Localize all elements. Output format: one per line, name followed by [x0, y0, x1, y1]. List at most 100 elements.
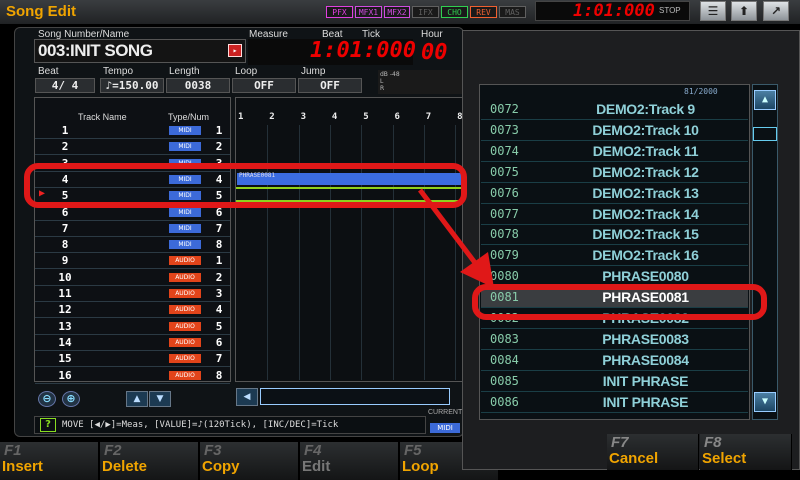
param-loop-label: Loop	[235, 66, 258, 77]
measure-number: 4	[331, 112, 338, 122]
cancel-label: Cancel	[609, 450, 659, 467]
param-loop-value[interactable]: OFF	[232, 78, 296, 93]
phrase-list-item[interactable]: 0086 INIT PHRASE	[481, 393, 748, 413]
zoom-in-button[interactable]: ⊕	[62, 391, 80, 407]
level-meter: dB -48 L R	[378, 70, 462, 94]
track-row[interactable]: 7 MIDI 7	[35, 221, 230, 237]
track-type-number: 8	[215, 238, 223, 252]
phrase-list-item[interactable]: 0076 DEMO2:Track 13	[481, 184, 748, 204]
track-number: 1	[61, 124, 69, 137]
phrase-list-item[interactable]: 0073 DEMO2:Track 10	[481, 121, 748, 141]
song-select-icon[interactable]: ▸	[228, 44, 242, 57]
track-type-badge: AUDIO	[169, 305, 201, 315]
f7-key-label: F7	[611, 434, 629, 451]
function-key-label: Delete	[102, 458, 148, 475]
current-label: CURRENT	[428, 409, 463, 416]
track-row[interactable]: 13 AUDIO 5	[35, 319, 230, 335]
function-key-copy[interactable]: F3 Copy	[200, 442, 299, 480]
list-scroll-up-button[interactable]: ▲	[754, 90, 776, 110]
track-type-number: 1	[215, 254, 223, 268]
phrase-list-item[interactable]: 0085 INIT PHRASE	[481, 372, 748, 392]
scroll-down-button[interactable]: ▼	[149, 391, 171, 407]
phrase-list-item[interactable]: 0072 DEMO2:Track 9	[481, 100, 748, 120]
track-row[interactable]: 8 MIDI 8	[35, 237, 230, 254]
function-key-delete[interactable]: F2 Delete	[100, 442, 199, 480]
track-number: 8	[61, 238, 69, 252]
track-row[interactable]: 11 AUDIO 3	[35, 286, 230, 302]
phrase-list-item[interactable]: 0075 DEMO2:Track 12	[481, 163, 748, 183]
function-key-number: F3	[204, 442, 222, 459]
cancel-button[interactable]: F7 Cancel	[607, 434, 699, 470]
track-row[interactable]: 12 AUDIO 4	[35, 302, 230, 319]
track-number: 14	[58, 335, 72, 349]
fx-indicator: REV	[470, 6, 497, 18]
phrase-list-item[interactable]: 0083 PHRASE0083	[481, 330, 748, 350]
track-type-badge: AUDIO	[169, 272, 201, 282]
phrase-number: 0083	[490, 331, 519, 346]
measure-number: 1	[238, 112, 244, 122]
phrase-list-item[interactable]: 0074 DEMO2:Track 11	[481, 142, 748, 162]
exit-button[interactable]: ↗	[763, 1, 789, 21]
select-label: Select	[702, 450, 747, 467]
param-beat-label: Beat	[38, 66, 59, 77]
phrase-list-item[interactable]: 0078 DEMO2:Track 15	[481, 225, 748, 246]
list-scroll-down-button[interactable]: ▼	[754, 392, 776, 412]
track-type-badge: AUDIO	[169, 370, 201, 380]
phrase-name: DEMO2:Track 15	[592, 226, 699, 243]
plus-icon: ⊕	[66, 392, 76, 405]
track-row[interactable]: 9 AUDIO 1	[35, 253, 230, 270]
track-type-badge: AUDIO	[169, 321, 201, 331]
phrase-number: 0086	[490, 394, 519, 409]
track-row[interactable]: 2 MIDI 2	[35, 139, 230, 156]
song-name: 003:INIT SONG	[38, 41, 153, 60]
track-type-badge: AUDIO	[169, 289, 201, 298]
phrase-name: DEMO2:Track 16	[592, 247, 699, 264]
transport-status: STOP	[659, 6, 681, 15]
track-row[interactable]: 10 AUDIO 2	[35, 270, 230, 286]
track-row[interactable]: 16 AUDIO 8	[35, 368, 230, 384]
function-key-number: F4	[304, 442, 322, 459]
up-button[interactable]: ⬆	[731, 1, 757, 21]
zoom-out-button[interactable]: ⊖	[38, 391, 56, 407]
function-key-edit[interactable]: F4 Edit	[300, 442, 399, 480]
param-beat-value[interactable]: 4/ 4	[35, 78, 95, 93]
arrow-shaft	[418, 188, 484, 274]
track-type-number: 2	[215, 140, 223, 154]
param-tempo-value[interactable]: ♪=150.00	[100, 78, 164, 93]
track-row[interactable]: 14 AUDIO 6	[35, 335, 230, 351]
track-number: 9	[61, 254, 69, 268]
phrase-list-item[interactable]: 0079 DEMO2:Track 16	[481, 246, 748, 267]
fx-indicator: MFX2	[384, 6, 410, 18]
param-jump-value[interactable]: OFF	[298, 78, 362, 93]
function-key-label: Loop	[402, 458, 439, 475]
track-number: 13	[58, 319, 72, 333]
window-title: Song Edit	[6, 3, 76, 20]
menu-icon: ☰	[707, 4, 719, 18]
position-value[interactable]: 1:01:000	[310, 38, 416, 63]
meter-l-label: L	[380, 78, 384, 85]
track-row[interactable]: 15 AUDIO 7	[35, 351, 230, 368]
measure-number: 3	[300, 112, 307, 122]
phrase-name: DEMO2:Track 12	[592, 163, 699, 180]
function-key-number: F1	[4, 442, 22, 459]
scroll-up-button[interactable]: ▲	[126, 391, 148, 407]
track-row[interactable]: 1 MIDI 1	[35, 123, 230, 139]
phrase-list-item[interactable]: 0077 DEMO2:Track 14	[481, 205, 748, 225]
measure-number: 6	[394, 112, 400, 122]
phrase-list-item[interactable]: 0084 PHRASE0084	[481, 351, 748, 371]
function-key-label: Edit	[302, 458, 331, 475]
scroll-left-button[interactable]: ◀	[236, 388, 258, 406]
scroll-thumb[interactable]	[753, 127, 777, 141]
phrase-name: DEMO2:Track 11	[592, 142, 699, 159]
measure-number: 5	[363, 112, 369, 122]
track-type-badge: AUDIO	[169, 354, 201, 364]
fx-indicator: PFX	[326, 6, 353, 18]
up-arrow-icon: ⬆	[738, 4, 750, 18]
horizontal-scrollbar[interactable]	[260, 388, 450, 405]
track-type-number: 5	[215, 319, 223, 333]
menu-button[interactable]: ☰	[700, 1, 726, 21]
param-length-value[interactable]: 0038	[166, 78, 230, 93]
function-key-insert[interactable]: F1 Insert	[0, 442, 99, 480]
select-button[interactable]: F8 Select	[700, 434, 792, 470]
minus-icon: ⊖	[42, 392, 52, 405]
